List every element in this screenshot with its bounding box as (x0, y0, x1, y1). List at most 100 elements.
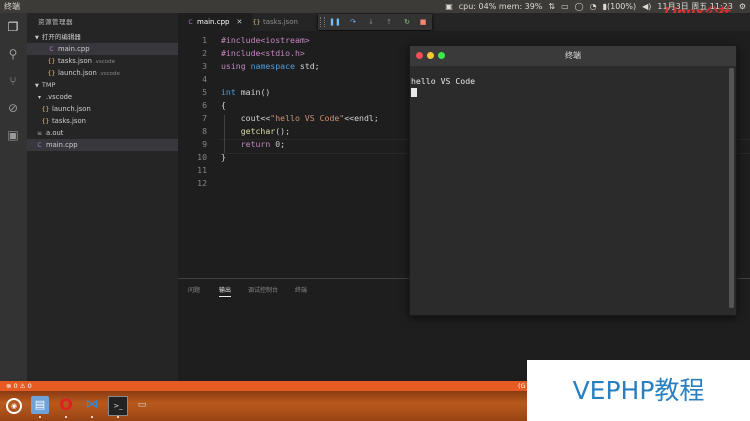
code-line: return 0; (221, 139, 285, 149)
file-name: launch.json (52, 105, 91, 113)
file-item[interactable]: {} tasks.json (27, 115, 178, 127)
file-folder: .vscode (98, 71, 120, 77)
file-item[interactable]: ≡ a.out (27, 127, 178, 139)
code-token: #include<iostream> (221, 35, 310, 45)
running-indicator (117, 416, 119, 418)
json-file-icon: {} (252, 19, 261, 26)
code-line: } (221, 152, 226, 162)
file-item[interactable]: {} launch.json (27, 103, 178, 115)
vscode-icon[interactable]: ⋈ (83, 396, 101, 414)
files-icon[interactable]: ▤ (31, 396, 49, 414)
cpu-mem-indicator[interactable]: cpu: 04% mem: 39% (459, 0, 543, 13)
tab-debug-console[interactable]: 调试控制台 (248, 285, 278, 294)
file-item[interactable]: Cmain.cpp (27, 139, 178, 151)
file-name: .vscode (46, 93, 73, 101)
code-token: cout<< (221, 113, 271, 123)
window-title: 终端 (4, 2, 20, 11)
file-name: tasks.json (58, 57, 92, 65)
folder-section[interactable]: ▼ TMP (27, 79, 178, 91)
code-token: 0 (270, 139, 281, 149)
code-token: std; (299, 61, 320, 71)
open-editor-item[interactable]: {} tasks.json .vscode (27, 55, 178, 67)
tab-terminal[interactable]: 终端 (295, 285, 307, 294)
opera-icon[interactable]: O (57, 396, 75, 414)
code-token: main() (235, 87, 271, 97)
close-button[interactable] (416, 52, 423, 59)
problems-indicator[interactable]: ⊗ 0 ⚠ 0 (6, 381, 32, 391)
open-editor-item[interactable]: Cmain.cpp (27, 43, 178, 55)
code-line: #include<stdio.h> (221, 48, 305, 58)
extensions-icon[interactable]: ▣ (5, 127, 21, 143)
stop-icon[interactable]: ■ (416, 14, 430, 30)
code-line: cout<<"hello VS Code"<<endl; (221, 113, 379, 123)
status-right-text: (G (518, 382, 526, 390)
wifi-icon[interactable]: ◔ (590, 0, 597, 13)
explorer-sidebar: 资源管理器 ▼ 打开的编辑器 Cmain.cpp{} tasks.json .vsco… (27, 13, 178, 381)
ubuntu-icon[interactable]: ◉ (6, 398, 22, 414)
line-number: 1 (202, 35, 207, 45)
terminal-titlebar[interactable]: 终端 (410, 46, 736, 66)
tray-app-icon[interactable]: ▣ (445, 0, 453, 13)
chevron-down-icon: ▼ (35, 35, 39, 41)
line-number: 3 (202, 61, 207, 71)
code-token: return (221, 139, 271, 149)
terminal-icon[interactable]: >_ (108, 396, 128, 416)
terminal-output: hello VS Code (411, 76, 476, 86)
volume-icon[interactable]: ◀) (642, 0, 651, 13)
top-panel: 终端 ▣ cpu: 04% mem: 39% ⇅ ▭ ◯ ◔ ▮(100%) ◀… (0, 0, 750, 13)
debug-icon[interactable]: ⊘ (5, 100, 21, 116)
line-number: 4 (202, 74, 207, 84)
source-control-icon[interactable]: ⑂ (5, 73, 21, 89)
activity-bar: ❐ ⚲ ⑂ ⊘ ▣ (0, 13, 27, 381)
code-line: using namespace std; (221, 61, 320, 71)
maximize-button[interactable] (438, 52, 445, 59)
file-name: tasks.json (52, 117, 86, 125)
file-name: main.cpp (46, 141, 78, 149)
code-token: #include<stdio.h> (221, 48, 305, 58)
line-number: 2 (202, 48, 207, 58)
file-name: main.cpp (58, 45, 90, 53)
tab-main-cpp[interactable]: Cmain.cpp ✕ (178, 13, 252, 31)
line-number: 8 (202, 126, 207, 136)
file-folder: .vscode (93, 59, 116, 65)
open-editors-section[interactable]: ▼ 打开的编辑器 (27, 31, 178, 43)
drag-handle[interactable] (320, 17, 325, 27)
pause-icon[interactable]: ❚❚ (328, 14, 342, 30)
step-into-icon[interactable]: ↓ (364, 14, 378, 30)
chat-icon[interactable]: ◯ (575, 0, 584, 13)
gear-icon[interactable]: ⚙ (739, 0, 746, 13)
tab-label: main.cpp (197, 18, 230, 26)
code-token: { (221, 100, 226, 110)
network-icon[interactable]: ⇅ (548, 0, 555, 13)
watermark: VEPHP教程 (527, 360, 750, 421)
file-name: launch.json (58, 69, 97, 77)
search-icon[interactable]: ⚲ (5, 46, 21, 62)
explorer-icon[interactable]: ❐ (5, 19, 21, 35)
step-out-icon[interactable]: ↑ (382, 14, 396, 30)
line-number: 12 (197, 178, 207, 188)
step-over-icon[interactable]: ↷ (346, 14, 360, 30)
minimize-button[interactable] (427, 52, 434, 59)
terminal-scrollbar[interactable] (729, 68, 734, 308)
code-token: <<endl; (344, 113, 379, 123)
code-line: #include<iostream> (221, 35, 310, 45)
tab-problems[interactable]: 问题 (188, 285, 200, 294)
terminal-window[interactable]: 终端 hello VS Code (409, 45, 737, 316)
code-token: namespace (245, 61, 300, 71)
code-token: } (221, 152, 226, 162)
tab-label: tasks.json (263, 18, 298, 26)
code-token: int (221, 87, 236, 97)
folder-label: TMP (41, 81, 56, 89)
open-editor-item[interactable]: {} launch.json .vscode (27, 67, 178, 79)
terminal-title: 终端 (565, 51, 581, 60)
tab-output[interactable]: 输出 (219, 285, 232, 297)
folder-item[interactable]: ▾ .vscode (27, 91, 178, 103)
tab-tasks-json[interactable]: {} tasks.json (244, 13, 324, 31)
battery-indicator[interactable]: ▮(100%) (603, 0, 637, 13)
line-number: 11 (197, 165, 207, 175)
restart-icon[interactable]: ↻ (400, 14, 414, 30)
close-icon[interactable]: ✕ (236, 18, 242, 26)
keyboard-icon[interactable]: ▭ (561, 0, 569, 13)
file-tree: ▾ .vscode{} launch.json{} tasks.json ≡ a.out C… (27, 91, 178, 151)
window-icon[interactable]: ▭ (133, 396, 151, 414)
